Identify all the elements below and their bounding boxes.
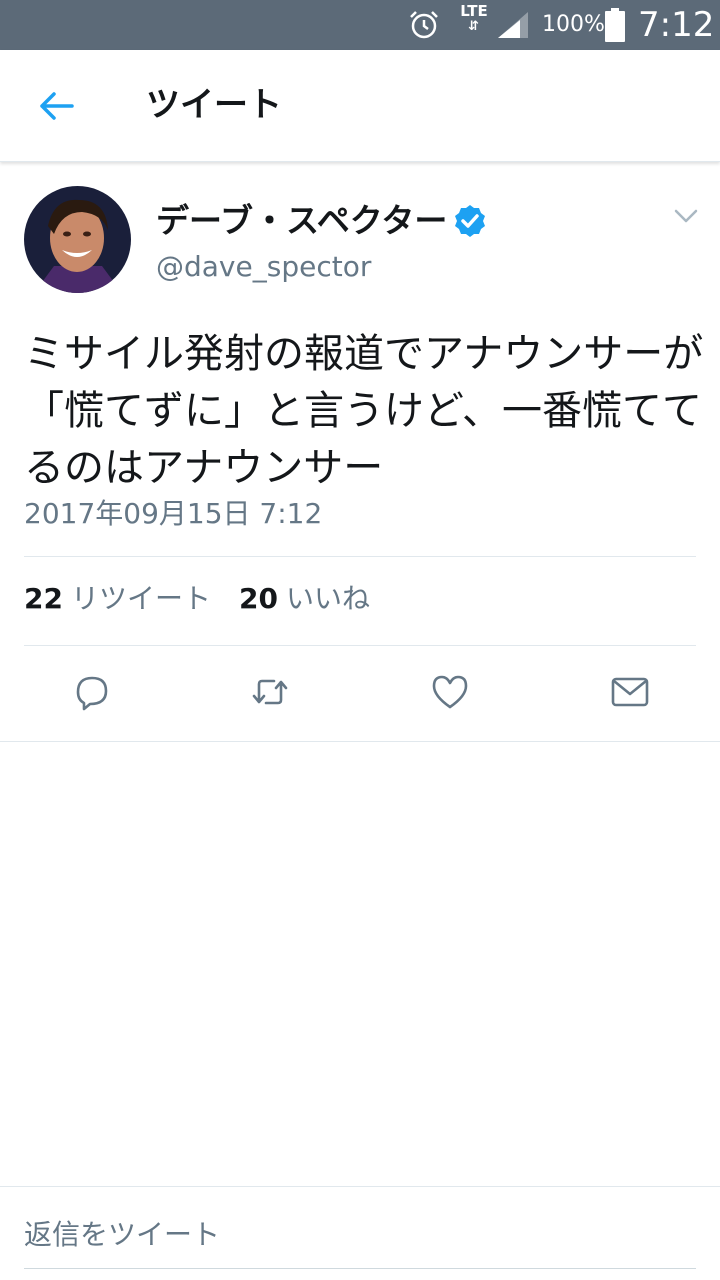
avatar-image (24, 186, 131, 293)
tweet-timestamp: 2017年09月15日 7:12 (24, 497, 323, 530)
like-count: 20 (238, 582, 278, 615)
avatar[interactable] (24, 186, 131, 293)
retweet-label: リツイート (70, 582, 211, 615)
reply-input[interactable]: 返信をツイート (24, 1213, 220, 1257)
retweet-icon[interactable] (250, 672, 290, 712)
network-indicator: LTE ⇵ (456, 2, 492, 35)
tweet-stats: 22 リツイート 20 いいね (24, 580, 398, 618)
display-name[interactable]: デーブ・スペクター (156, 196, 447, 246)
author-name-row: デーブ・スペクター (156, 196, 487, 246)
user-handle[interactable]: @dave_spector (156, 248, 371, 286)
like-stat[interactable]: 20 いいね (239, 580, 370, 618)
reply-icon[interactable] (70, 672, 110, 712)
divider (0, 741, 720, 742)
battery-percent: 100% (542, 12, 605, 37)
network-type: LTE (460, 2, 488, 20)
divider (24, 556, 696, 557)
divider (0, 1186, 720, 1187)
verified-badge-icon (455, 205, 486, 237)
like-label: いいね (285, 582, 370, 615)
back-arrow-icon[interactable] (36, 86, 76, 126)
tweet-text: ミサイル発射の報道でアナウンサーが「慌てずに」と言うけど、一番慌ててるのはアナウ… (24, 331, 704, 491)
dm-icon[interactable] (610, 672, 650, 712)
battery-icon (605, 8, 625, 42)
app-bar: ツイート (0, 50, 720, 162)
data-arrows-icon: ⇵ (468, 19, 480, 34)
retweet-stat[interactable]: 22 リツイート (24, 580, 211, 618)
reply-input-underline (24, 1268, 696, 1269)
signal-icon (498, 12, 528, 38)
like-icon[interactable] (430, 672, 470, 712)
retweet-count: 22 (24, 582, 63, 615)
alarm-icon (410, 11, 438, 39)
page-title: ツイート (146, 85, 282, 125)
status-bar: LTE ⇵ 100% 7:12 (0, 0, 720, 50)
clock: 7:12 (638, 5, 715, 45)
chevron-down-icon[interactable] (672, 204, 700, 228)
divider (24, 645, 696, 646)
